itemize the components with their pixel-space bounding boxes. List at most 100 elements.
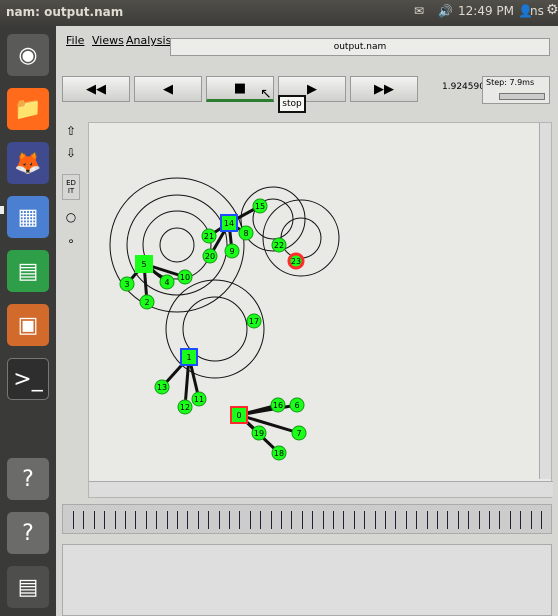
window-title: nam: output.nam	[6, 5, 124, 19]
node-19[interactable]: 19	[251, 425, 267, 441]
zoom-in-icon[interactable]: ⇧	[62, 122, 80, 140]
network-canvas[interactable]: 0 1 2 3 4 5 6 7 8 9 10 11 12 13 14 15 16 17 18 19 20 21 22 23	[88, 122, 553, 498]
node-20[interactable]: 20	[202, 248, 218, 264]
node-layer: 0123 4567891011121314151617181920212223	[119, 198, 307, 461]
node-23[interactable]: 23	[287, 252, 305, 270]
timeline-tick	[218, 511, 220, 529]
fastforward-icon: ▶▶	[374, 81, 394, 97]
node-label: 0	[236, 411, 241, 420]
node-label: 12	[180, 403, 190, 412]
timeline-tick	[93, 511, 95, 529]
fastforward-button[interactable]: ▶▶	[350, 76, 418, 102]
timeline-tick	[499, 511, 501, 529]
updates-icon[interactable]: ?	[7, 512, 49, 554]
timeline-tick	[478, 511, 480, 529]
timeline-tick	[457, 511, 459, 529]
node-label: 6	[294, 401, 299, 410]
dot-tool-icon[interactable]: ∘	[62, 232, 80, 250]
menu-views[interactable]: Views	[92, 34, 124, 47]
node-13[interactable]: 13	[154, 379, 170, 395]
writer-icon[interactable]: ▦	[7, 196, 49, 238]
timeline-tick	[208, 511, 210, 529]
node-17[interactable]: 17	[246, 313, 262, 329]
node-14[interactable]: 14	[220, 214, 238, 232]
node-1[interactable]: 1	[180, 348, 198, 366]
vertical-scrollbar[interactable]	[539, 123, 551, 479]
node-2[interactable]: 2	[139, 294, 155, 310]
firefox-icon[interactable]: 🦊	[7, 142, 49, 184]
node-15[interactable]: 15	[252, 198, 268, 214]
menu-analysis[interactable]: Analysis	[126, 34, 171, 47]
node-label: 15	[255, 202, 265, 211]
timeline-tick	[291, 511, 293, 529]
dash-icon[interactable]: ◉	[7, 34, 49, 76]
clock[interactable]: 12:49 PM	[458, 4, 514, 18]
node-0[interactable]: 0	[230, 406, 248, 424]
timeline-tick	[281, 511, 282, 529]
zoom-out-icon[interactable]: ⇩	[62, 144, 80, 162]
node-7[interactable]: 7	[291, 425, 307, 441]
files-icon[interactable]: 📁	[7, 88, 49, 130]
timeline-tick	[353, 511, 355, 529]
mouse-cursor-icon: ↖	[260, 86, 272, 102]
timeline-tick	[520, 511, 522, 529]
network-drawing[interactable]: 0123 4567891011121314151617181920212223	[89, 123, 553, 479]
timeline-tick	[104, 511, 106, 529]
node-10[interactable]: 10	[177, 269, 193, 285]
side-tools: ⇧ ⇩ ED IT ○ ∘	[62, 122, 82, 494]
stop-icon: ■	[233, 80, 247, 96]
node-5[interactable]: 5	[135, 255, 153, 273]
node-11[interactable]: 11	[191, 391, 207, 407]
node-21[interactable]: 21	[201, 228, 217, 244]
timeline-tick	[426, 511, 428, 529]
node-18[interactable]: 18	[271, 445, 287, 461]
bottom-panel	[62, 544, 552, 616]
top-panel: nam: output.nam ✉ 🔊 12:49 PM 👤 ns ⚙	[0, 0, 558, 26]
tooltip: stop	[278, 95, 306, 113]
gear-icon[interactable]: ⚙	[546, 2, 558, 18]
disk-icon[interactable]: ▤	[7, 566, 49, 608]
terminal-icon[interactable]: >_	[7, 358, 49, 400]
circle-tool-icon[interactable]: ○	[62, 208, 80, 226]
timeline-tick	[530, 511, 532, 529]
node-6[interactable]: 6	[289, 397, 305, 413]
node-label: 7	[296, 429, 301, 438]
help-icon[interactable]: ?	[7, 458, 49, 500]
node-22[interactable]: 22	[271, 237, 287, 253]
node-label: 9	[229, 247, 234, 256]
calc-icon[interactable]: ▤	[7, 250, 49, 292]
back-button[interactable]: ◀	[134, 76, 202, 102]
timeline-tick	[374, 511, 376, 529]
step-slider[interactable]	[499, 93, 545, 100]
volume-icon[interactable]: 🔊	[438, 4, 453, 18]
timeline-tick	[260, 511, 262, 529]
node-label: 22	[274, 241, 284, 250]
timeline-tick	[509, 511, 511, 529]
timeline-tick	[322, 511, 324, 529]
node-label: 19	[254, 429, 264, 438]
impress-icon[interactable]: ▣	[7, 304, 49, 346]
step-control[interactable]: Step: 7.9ms	[482, 76, 550, 104]
user-name[interactable]: ns	[530, 4, 544, 18]
node-8[interactable]: 8	[238, 225, 254, 241]
edit-tool[interactable]: ED IT	[62, 174, 80, 200]
timeline-tick	[239, 511, 241, 529]
node-3[interactable]: 3	[119, 276, 135, 292]
rewind-button[interactable]: ◀◀	[62, 76, 130, 102]
node-12[interactable]: 12	[177, 399, 193, 415]
node-4[interactable]: 4	[159, 274, 175, 290]
timeline-tick	[177, 511, 178, 529]
horizontal-scrollbar[interactable]	[89, 481, 553, 497]
node-9[interactable]: 9	[224, 243, 240, 259]
node-label: 14	[224, 219, 234, 228]
mail-icon[interactable]: ✉	[414, 4, 424, 18]
menu-file[interactable]: File	[66, 34, 84, 47]
timeline-strip[interactable]	[62, 504, 552, 534]
play-icon: ▶	[307, 81, 317, 97]
timeline-tick	[333, 511, 334, 529]
timeline-tick	[364, 511, 366, 529]
node-16[interactable]: 16	[270, 397, 286, 413]
node-label: 8	[243, 229, 248, 238]
timeline-tick	[187, 511, 189, 529]
timeline-tick	[343, 511, 345, 529]
